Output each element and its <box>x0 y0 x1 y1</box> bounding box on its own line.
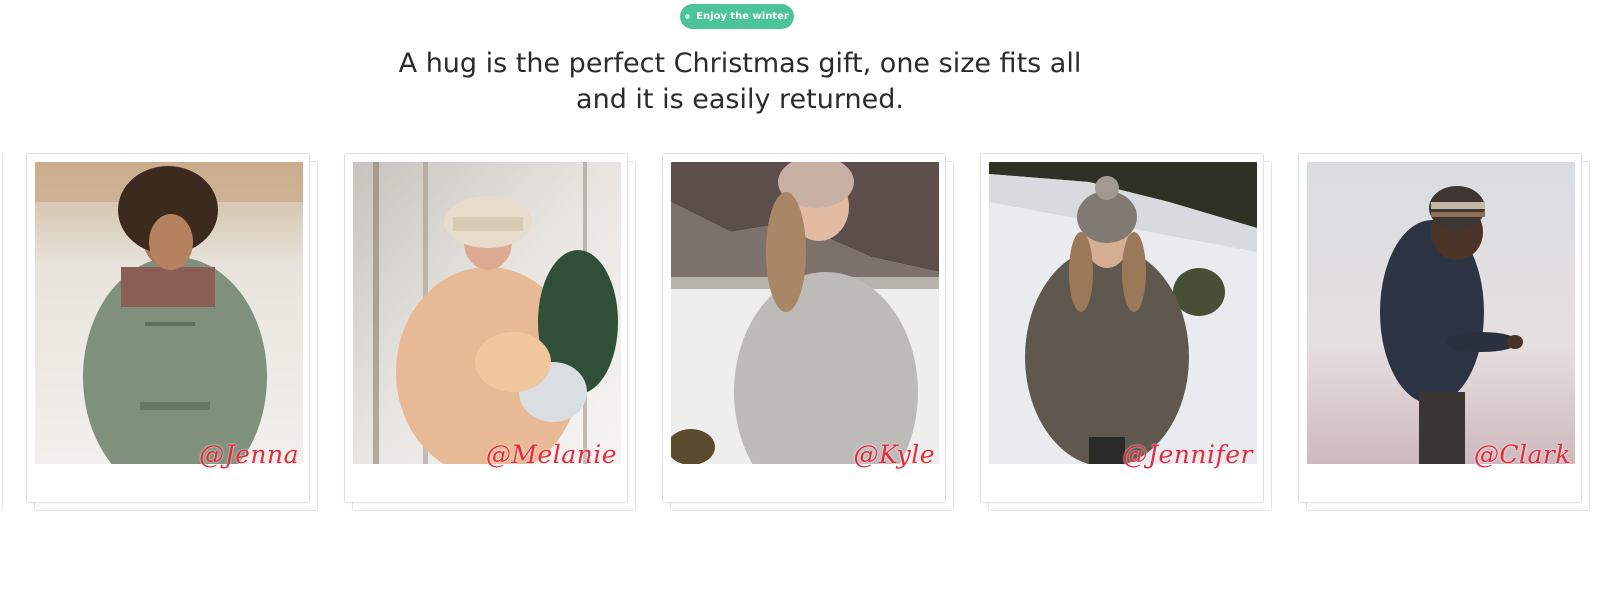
card-handle: @Jenna <box>199 440 299 469</box>
card-handle: @Melanie <box>485 440 617 469</box>
photo-jenna <box>35 162 303 464</box>
partial-card-left <box>0 153 3 509</box>
gallery-card[interactable]: @Jennifer <box>980 153 1272 511</box>
card-frame: @Melanie <box>344 153 628 503</box>
photo-jennifer <box>989 162 1257 464</box>
gallery-card[interactable]: @Kyle <box>662 153 954 511</box>
photo-melanie <box>353 162 621 464</box>
photo-kyle <box>671 162 939 464</box>
card-frame: @Jennifer <box>980 153 1264 503</box>
gallery-card[interactable]: @Melanie <box>344 153 636 511</box>
card-frame: @Kyle <box>662 153 946 503</box>
card-frame: @Jenna <box>26 153 310 503</box>
card-handle: @Jennifer <box>1122 440 1253 469</box>
photo-gallery: @Jenna @Melanie @Kyle @Jennifer @Clark <box>0 0 1600 600</box>
card-frame: @Clark <box>1298 153 1582 503</box>
gallery-card[interactable]: @Clark <box>1298 153 1590 511</box>
gallery-card[interactable]: @Jenna <box>26 153 318 511</box>
card-handle: @Clark <box>1473 440 1571 469</box>
photo-clark <box>1307 162 1575 464</box>
card-handle: @Kyle <box>853 440 935 469</box>
